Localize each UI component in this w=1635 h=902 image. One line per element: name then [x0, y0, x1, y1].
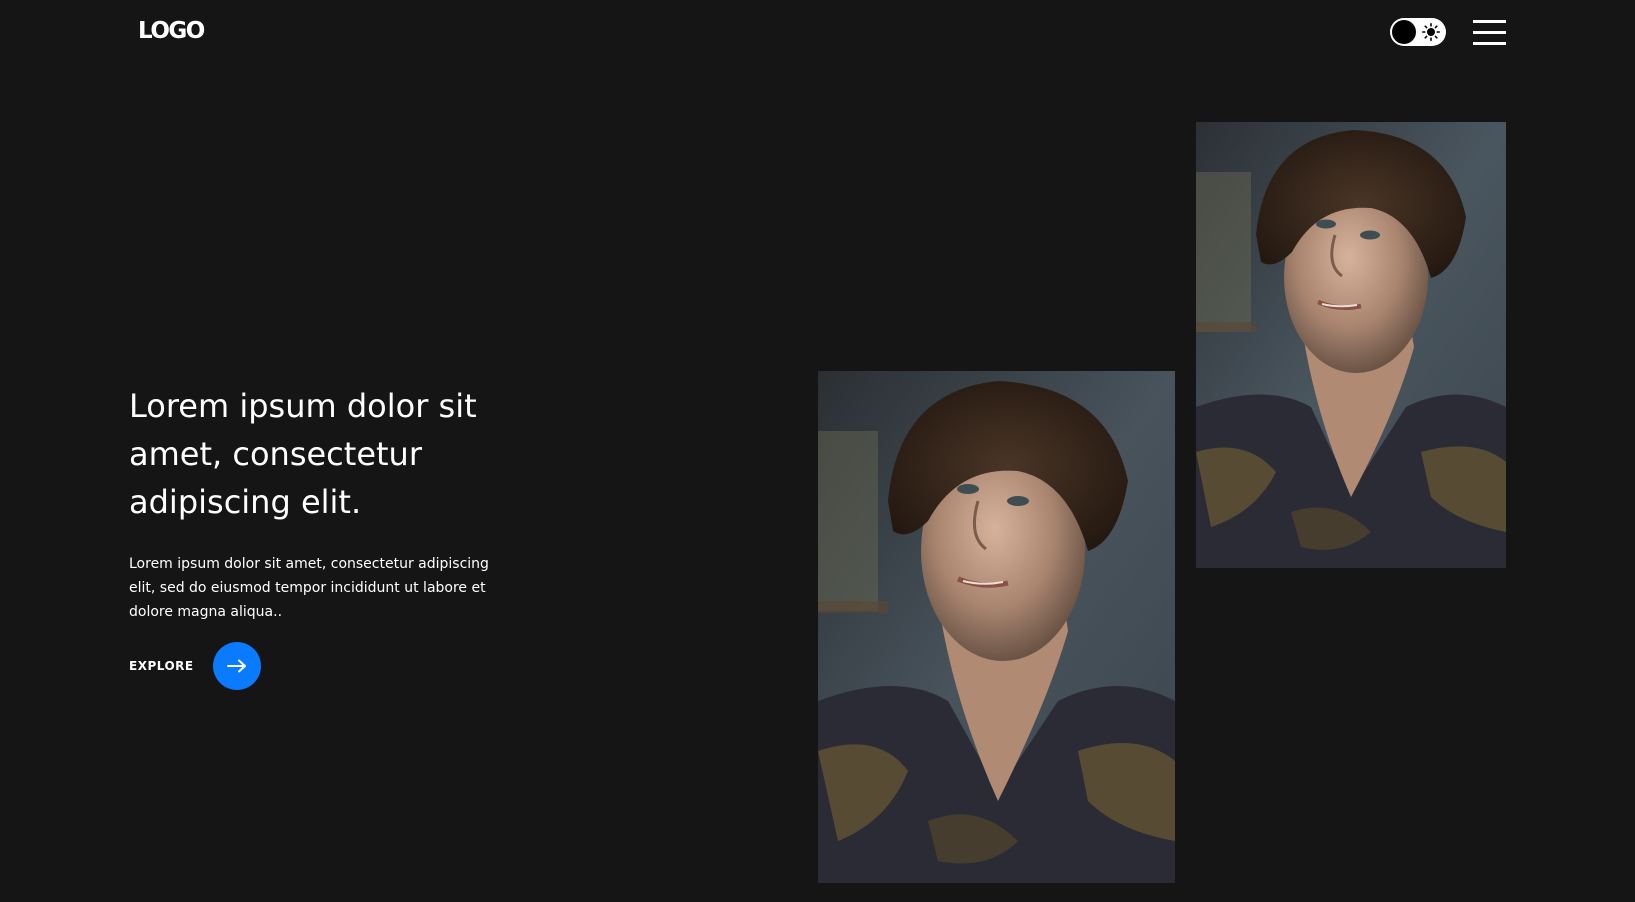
- page: LOGO Lorem ipsum dolor sit amet, consect…: [0, 0, 1635, 902]
- arrow-right-icon: [226, 659, 246, 673]
- toggle-knob: [1392, 20, 1416, 44]
- sun-icon: [1422, 23, 1440, 41]
- hero-description: Lorem ipsum dolor sit amet, consectetur …: [129, 556, 489, 620]
- explore-label[interactable]: EXPLORE: [129, 659, 194, 673]
- theme-toggle[interactable]: [1390, 18, 1446, 46]
- portrait-photo-large: [818, 371, 1175, 883]
- logo[interactable]: LOGO: [138, 18, 205, 44]
- explore-link[interactable]: EXPLORE: [129, 642, 261, 690]
- hamburger-menu-icon[interactable]: [1473, 20, 1506, 45]
- hero-title: Lorem ipsum dolor sit amet, consectetur …: [129, 387, 477, 521]
- explore-button[interactable]: [212, 642, 261, 690]
- portrait-photo-small: [1196, 122, 1506, 568]
